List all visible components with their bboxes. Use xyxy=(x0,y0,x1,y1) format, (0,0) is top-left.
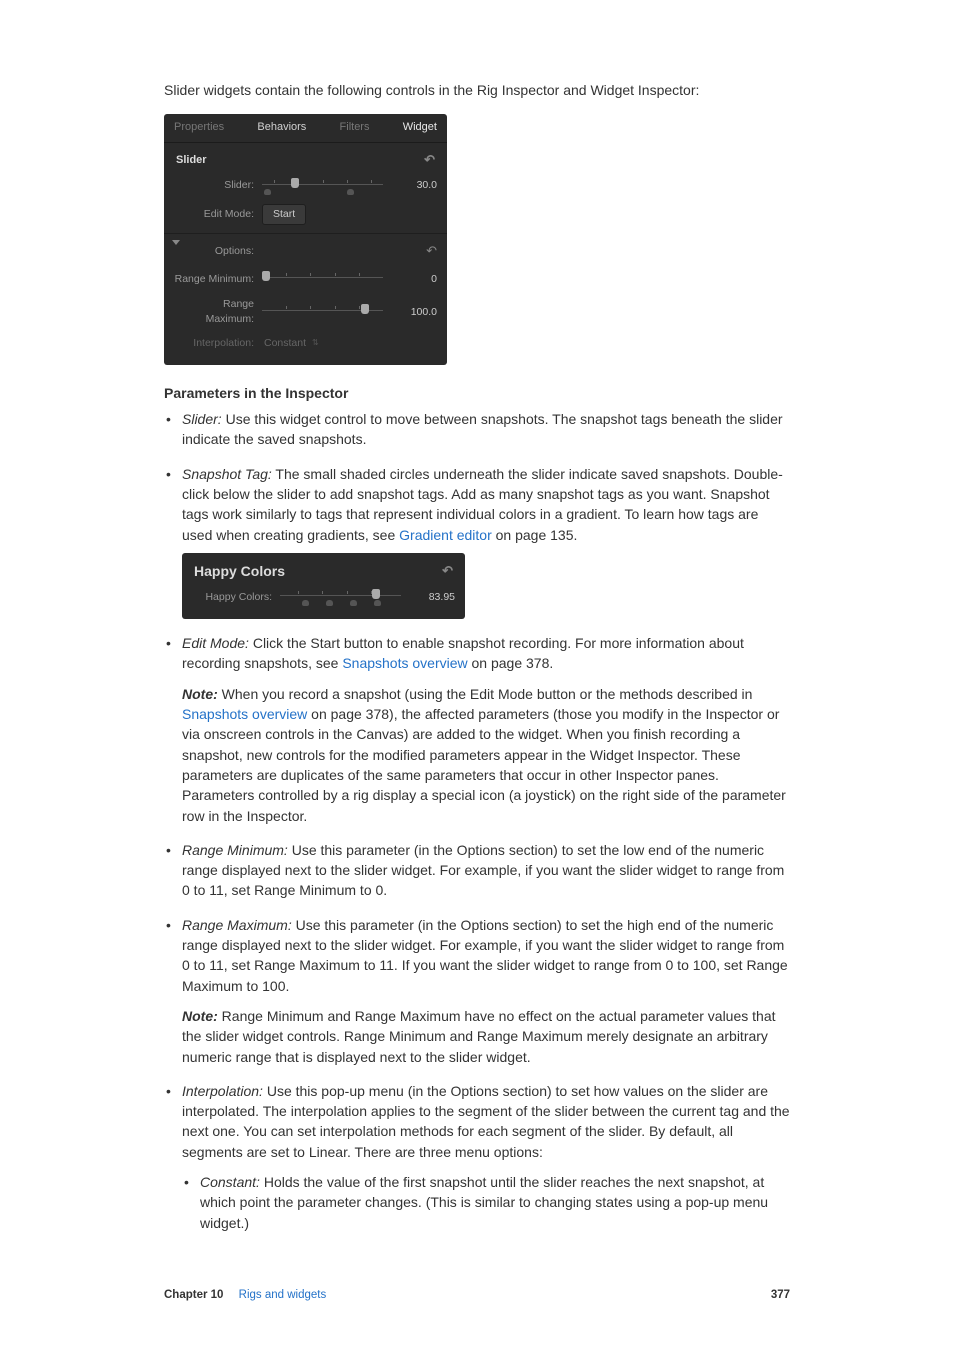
slider-control[interactable] xyxy=(262,176,383,196)
disclosure-triangle-icon[interactable] xyxy=(172,240,180,245)
rangemax-value[interactable]: 100.0 xyxy=(393,305,437,320)
reset-icon[interactable]: ↶ xyxy=(424,151,435,170)
term-interp: Interpolation: xyxy=(182,1083,263,1099)
slider-value[interactable]: 30.0 xyxy=(393,178,437,193)
term-slider: Slider: xyxy=(182,411,222,427)
happy-colors-value[interactable]: 83.95 xyxy=(411,590,455,605)
slider-section-label: Slider xyxy=(176,153,207,169)
intro-text: Slider widgets contain the following con… xyxy=(164,80,790,100)
happy-colors-panel: Happy Colors ↶ Happy Colors: xyxy=(182,553,465,619)
subparam-constant: Constant: Holds the value of the first s… xyxy=(200,1172,790,1233)
inspector-panel: Properties Behaviors Filters Widget Slid… xyxy=(164,114,447,365)
link-snapshots-overview-2[interactable]: Snapshots overview xyxy=(182,706,307,722)
note-label: Note: xyxy=(182,686,222,702)
tab-widget[interactable]: Widget xyxy=(403,120,437,136)
reset-icon[interactable]: ↶ xyxy=(426,242,437,261)
interpolation-row: Interpolation: Constant ⇅ xyxy=(164,332,447,355)
start-button[interactable]: Start xyxy=(262,204,306,225)
happy-colors-title: Happy Colors xyxy=(194,561,285,581)
text-editmode-2: on page 378. xyxy=(468,655,554,671)
rangemin-slider[interactable] xyxy=(262,269,383,289)
interpolation-menu[interactable]: Constant xyxy=(262,336,306,351)
param-range-maximum: Range Maximum: Use this parameter (in th… xyxy=(182,915,790,1067)
note-rangemax-text: Range Minimum and Range Maximum have no … xyxy=(182,1008,776,1065)
param-interpolation: Interpolation: Use this pop-up menu (in … xyxy=(182,1081,790,1233)
text-snapshot-2: on page 135. xyxy=(492,527,578,543)
term-rangemax: Range Maximum: xyxy=(182,917,292,933)
page-footer: Chapter 10 Rigs and widgets 377 xyxy=(164,1247,790,1304)
rangemin-row: Range Minimum: 0 xyxy=(164,265,447,293)
rangemin-label: Range Minimum: xyxy=(174,272,262,287)
happy-colors-slider[interactable] xyxy=(280,587,401,607)
param-edit-mode: Edit Mode: Click the Start button to ena… xyxy=(182,633,790,826)
note-rangemax: Note: Range Minimum and Range Maximum ha… xyxy=(182,1006,790,1067)
note-text-2: on page 378), the affected parameters (t… xyxy=(182,706,786,823)
inspector-tabs: Properties Behaviors Filters Widget xyxy=(164,114,447,143)
slider-row: Slider: 30.0 xyxy=(164,172,447,200)
editmode-row: Edit Mode: Start xyxy=(164,200,447,229)
happy-colors-row: Happy Colors: 83.95 xyxy=(182,583,465,611)
parameters-heading: Parameters in the Inspector xyxy=(164,383,790,403)
options-row: Options: ↶ xyxy=(164,233,447,265)
param-snapshot-tag: Snapshot Tag: The small shaded circles u… xyxy=(182,464,790,619)
link-snapshots-overview-1[interactable]: Snapshots overview xyxy=(342,655,467,671)
chapter-title[interactable]: Rigs and widgets xyxy=(239,1289,327,1301)
tab-filters[interactable]: Filters xyxy=(340,120,370,136)
term-editmode: Edit Mode: xyxy=(182,635,249,651)
link-gradient-editor[interactable]: Gradient editor xyxy=(399,527,492,543)
param-range-minimum: Range Minimum: Use this parameter (in th… xyxy=(182,840,790,901)
page-number: 377 xyxy=(771,1287,790,1304)
param-slider: Slider: Use this widget control to move … xyxy=(182,409,790,450)
chapter-number: Chapter 10 xyxy=(164,1289,223,1301)
text-slider: Use this widget control to move between … xyxy=(182,411,783,447)
rangemax-slider[interactable] xyxy=(262,302,383,322)
rangemax-label: Range Maximum: xyxy=(174,297,262,327)
reset-icon[interactable]: ↶ xyxy=(442,562,453,581)
note-label: Note: xyxy=(182,1008,222,1024)
slider-section-header: Slider ↶ xyxy=(164,143,447,172)
term-constant: Constant: xyxy=(200,1174,260,1190)
text-constant: Holds the value of the first snapshot un… xyxy=(200,1174,768,1231)
happy-colors-label: Happy Colors: xyxy=(192,590,280,605)
tab-behaviors[interactable]: Behaviors xyxy=(257,120,306,136)
editmode-label: Edit Mode: xyxy=(174,207,262,222)
rangemax-row: Range Maximum: 100.0 xyxy=(164,293,447,331)
interpolation-label: Interpolation: xyxy=(174,336,262,351)
chevron-updown-icon: ⇅ xyxy=(306,337,319,349)
note-editmode: Note: When you record a snapshot (using … xyxy=(182,684,790,826)
term-snapshot: Snapshot Tag: xyxy=(182,466,272,482)
tab-properties[interactable]: Properties xyxy=(174,120,224,136)
term-rangemin: Range Minimum: xyxy=(182,842,288,858)
slider-label: Slider: xyxy=(174,178,262,193)
options-label: Options: xyxy=(174,244,262,259)
rangemin-value[interactable]: 0 xyxy=(393,272,437,287)
note-text-1: When you record a snapshot (using the Ed… xyxy=(222,686,753,702)
happy-colors-header: Happy Colors ↶ xyxy=(182,553,465,583)
text-interp: Use this pop-up menu (in the Options sec… xyxy=(182,1083,790,1160)
